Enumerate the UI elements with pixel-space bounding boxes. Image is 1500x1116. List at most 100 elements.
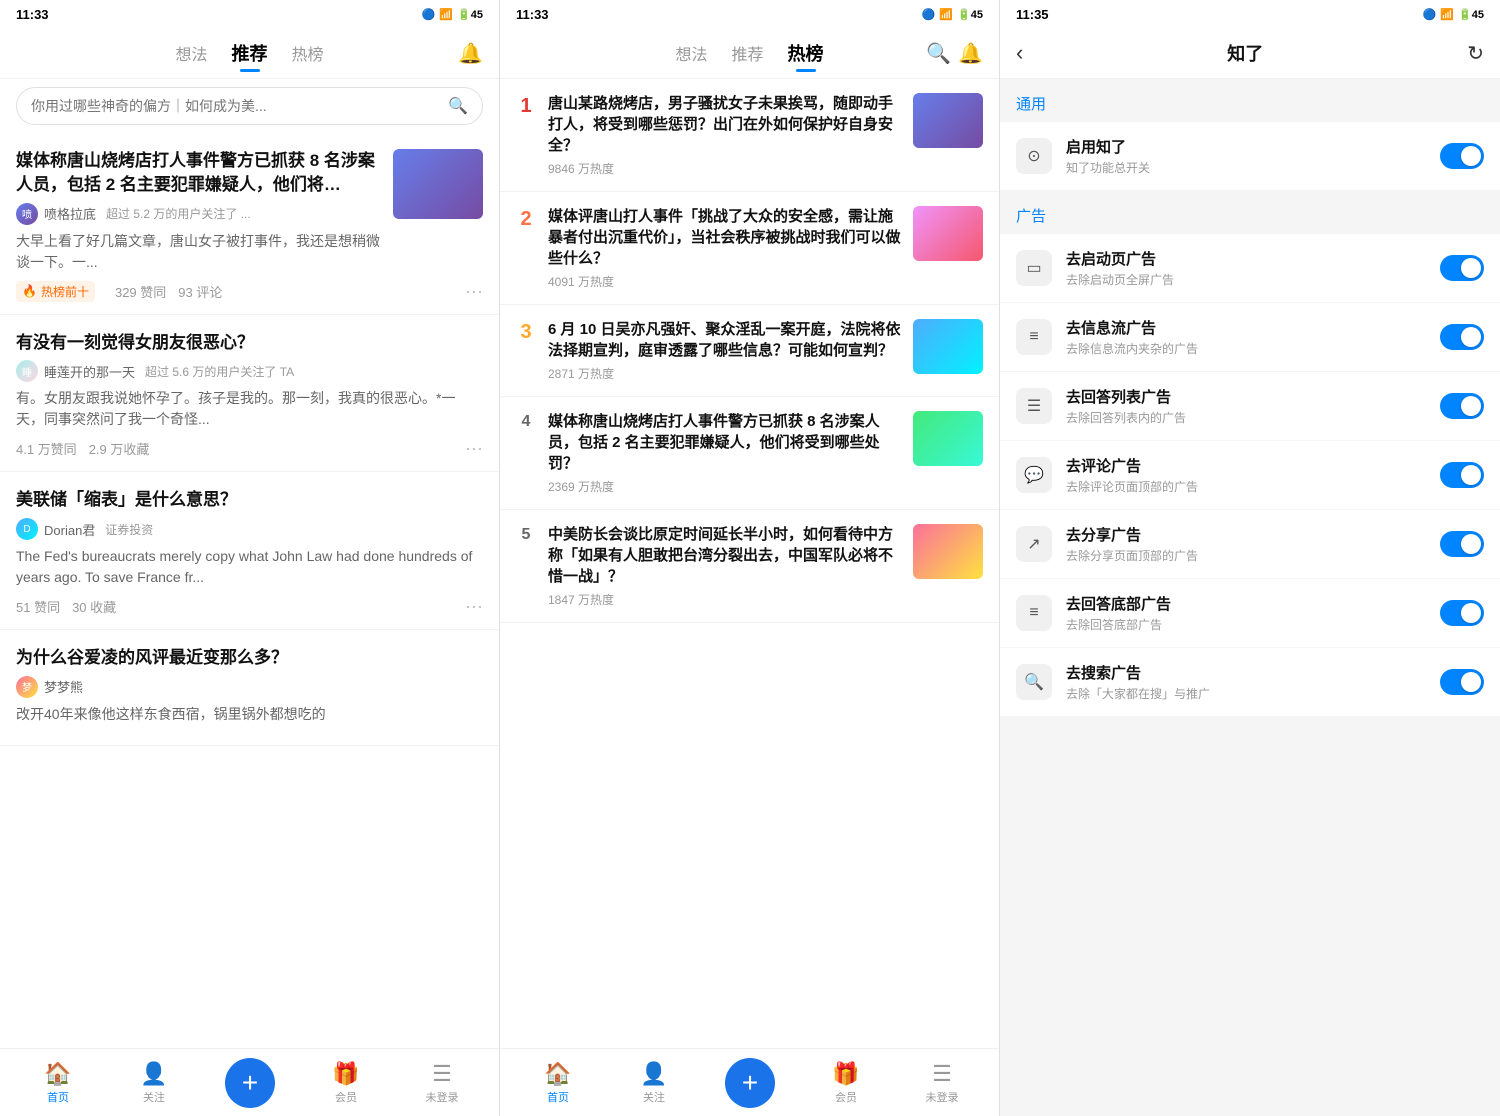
feed-author-row-1: 喷 喷格拉底 超过 5.2 万的用户关注了 ...	[16, 203, 383, 225]
hot-item-2[interactable]: 2 媒体评唐山打人事件「挑战了大众的安全感，需让施暴者付出沉重代价」，当社会秩序…	[500, 192, 999, 305]
feed-item-3[interactable]: 美联储「缩表」是什么意思？ D Dorian君 证券投资 The Fed's b…	[0, 472, 499, 630]
hot-heat-5: 1847 万热度	[548, 591, 901, 608]
toggle-ad-5[interactable]	[1440, 600, 1484, 626]
ad-icon-0: ▭	[1016, 250, 1052, 286]
settings-text-ad-4: 去分享广告 去除分享页面顶部的广告	[1066, 524, 1426, 564]
hot-badge-1: 🔥 热榜前十	[16, 281, 95, 302]
avatar-2: 睡	[16, 360, 38, 382]
hot-rank-5: 5	[516, 526, 536, 544]
nav-tabs-1: 想法 推荐 热榜 🔔	[0, 28, 499, 79]
bottom-nav-follow-1[interactable]: 👤 关注	[129, 1061, 179, 1105]
toggle-ad-1[interactable]	[1440, 324, 1484, 350]
bottom-nav-login-2[interactable]: ☰ 未登录	[917, 1061, 967, 1105]
bottom-nav-login-label-1: 未登录	[426, 1089, 459, 1105]
tab-tuijian-1[interactable]: 推荐	[232, 36, 268, 70]
settings-item-ad-2[interactable]: ☰ 去回答列表广告 去除回答列表内的广告	[1000, 372, 1500, 441]
bottom-nav-follow-2[interactable]: 👤 关注	[629, 1061, 679, 1105]
settings-item-ad-6[interactable]: 🔍 去搜索广告 去除「大家都在搜」与推广	[1000, 648, 1500, 717]
refresh-button[interactable]: ↻	[1467, 41, 1484, 66]
bell-icon-2[interactable]: 🔔	[958, 41, 983, 66]
hot-rank-2: 2	[516, 208, 536, 231]
feed-author-row-4: 梦 梦梦熊	[16, 676, 483, 698]
tab-xianfa-1[interactable]: 想法	[175, 37, 207, 69]
bottom-nav-home-1[interactable]: 🏠 首页	[33, 1061, 83, 1105]
settings-item-ad-3[interactable]: 💬 去评论广告 去除评论页面顶部的广告	[1000, 441, 1500, 510]
tab-rebang-2[interactable]: 热榜	[788, 36, 824, 70]
status-bar-2: 11:33 🔵 📶 🔋45	[500, 0, 999, 28]
hot-rank-3: 3	[516, 321, 536, 344]
hot-rank-1: 1	[516, 95, 536, 118]
follow-icon-1: 👤	[140, 1061, 167, 1087]
bottom-nav-home-2[interactable]: 🏠 首页	[533, 1061, 583, 1105]
hot-heat-2: 4091 万热度	[548, 273, 901, 290]
section-label-general: 通用	[1000, 79, 1500, 122]
feed-item-1[interactable]: 媒体称唐山烧烤店打人事件警方已抓获 8 名涉案人员，包括 2 名主要犯罪嫌疑人，…	[0, 133, 499, 315]
search-icon-2[interactable]: 🔍	[926, 41, 951, 66]
toggle-ad-3[interactable]	[1440, 462, 1484, 488]
feed-preview-3: The Fed's bureaucrats merely copy what J…	[16, 546, 483, 588]
search-input-1[interactable]	[31, 98, 440, 114]
feed-likes-3: 51 赞同	[16, 597, 60, 616]
feed-author-2: 睡莲开的那一天	[44, 362, 135, 381]
bell-icon-1[interactable]: 🔔	[458, 41, 483, 66]
avatar-4: 梦	[16, 676, 38, 698]
feed-more-1[interactable]: ···	[465, 281, 483, 302]
bottom-nav-plus-2[interactable]: +	[725, 1058, 775, 1108]
feed-more-3[interactable]: ···	[465, 596, 483, 617]
bottom-nav-member-1[interactable]: 🎁 会员	[321, 1061, 371, 1105]
settings-item-title-0: 启用知了	[1066, 136, 1426, 157]
battery-icon-2: 🔋45	[957, 8, 983, 21]
hot-content-4: 媒体称唐山烧烤店打人事件警方已抓获 8 名涉案人员，包括 2 名主要犯罪嫌疑人，…	[548, 411, 901, 495]
status-time-1: 11:33	[16, 7, 49, 22]
bottom-nav-1: 🏠 首页 👤 关注 + 🎁 会员 ☰ 未登录	[0, 1048, 500, 1116]
hot-title-4: 媒体称唐山烧烤店打人事件警方已抓获 8 名涉案人员，包括 2 名主要犯罪嫌疑人，…	[548, 411, 901, 474]
hot-thumb-2	[913, 206, 983, 261]
bottom-nav-login-1[interactable]: ☰ 未登录	[417, 1061, 467, 1105]
hot-item-3[interactable]: 3 6 月 10 日吴亦凡强奸、聚众淫乱一案开庭，法院将依法择期宣判，庭审透露了…	[500, 305, 999, 397]
feed-item-4[interactable]: 为什么谷爱凌的风评最近变那么多？ 梦 梦梦熊 改开40年来像他这样东食西宿，锅里…	[0, 630, 499, 746]
feed-likes-1: 329 赞同	[115, 282, 166, 301]
wifi-icon: 📶	[439, 8, 453, 21]
hot-content-3: 6 月 10 日吴亦凡强奸、聚众淫乱一案开庭，法院将依法择期宣判，庭审透露了哪些…	[548, 319, 901, 382]
back-button[interactable]: ‹	[1016, 40, 1023, 66]
tab-tuijian-2[interactable]: 推荐	[732, 37, 764, 69]
hot-item-5[interactable]: 5 中美防长会谈比原定时间延长半小时，如何看待中方称「如果有人胆敢把台湾分裂出去…	[500, 510, 999, 623]
status-icons-1: 🔵 📶 🔋45	[422, 8, 483, 21]
feed-author-sub-2: 超过 5.6 万的用户关注了 TA	[145, 363, 294, 380]
ad-icon-3: 💬	[1016, 457, 1052, 493]
tab-rebang-1[interactable]: 热榜	[292, 37, 324, 69]
feed-item-2[interactable]: 有没有一刻觉得女朋友很恶心？ 睡 睡莲开的那一天 超过 5.6 万的用户关注了 …	[0, 315, 499, 473]
toggle-ad-4[interactable]	[1440, 531, 1484, 557]
member-icon-1: 🎁	[332, 1061, 359, 1087]
feed-list-1: 媒体称唐山烧烤店打人事件警方已抓获 8 名涉案人员，包括 2 名主要犯罪嫌疑人，…	[0, 133, 499, 1116]
settings-item-ad-0[interactable]: ▭ 去启动页广告 去除启动页全屏广告	[1000, 234, 1500, 303]
hot-item-1[interactable]: 1 唐山某路烧烤店，男子骚扰女子未果挨骂，随即动手打人，将受到哪些惩罚？出门在外…	[500, 79, 999, 192]
feed-comments-3: 30 收藏	[72, 597, 116, 616]
hot-title-2: 媒体评唐山打人事件「挑战了大众的安全感，需让施暴者付出沉重代价」，当社会秩序被挑…	[548, 206, 901, 269]
settings-text-ad-5: 去回答底部广告 去除回答底部广告	[1066, 593, 1426, 633]
search-box-1[interactable]: 🔍	[16, 87, 483, 125]
bottom-nav-member-2[interactable]: 🎁 会员	[821, 1061, 871, 1105]
settings-item-ad-4[interactable]: ↗ 去分享广告 去除分享页面顶部的广告	[1000, 510, 1500, 579]
settings-text-ad-0: 去启动页广告 去除启动页全屏广告	[1066, 248, 1426, 288]
bottom-nav-plus-1[interactable]: +	[225, 1058, 275, 1108]
hot-item-4[interactable]: 4 媒体称唐山烧烤店打人事件警方已抓获 8 名涉案人员，包括 2 名主要犯罪嫌疑…	[500, 397, 999, 510]
hot-heat-1: 9846 万热度	[548, 160, 901, 177]
settings-item-enable[interactable]: ⊙ 启用知了 知了功能总开关	[1000, 122, 1500, 191]
home-icon-1: 🏠	[44, 1061, 71, 1087]
feed-more-2[interactable]: ···	[465, 438, 483, 459]
feed-author-row-2: 睡 睡莲开的那一天 超过 5.6 万的用户关注了 TA	[16, 360, 483, 382]
feed-title-1: 媒体称唐山烧烤店打人事件警方已抓获 8 名涉案人员，包括 2 名主要犯罪嫌疑人，…	[16, 149, 383, 197]
settings-text-ad-2: 去回答列表广告 去除回答列表内的广告	[1066, 386, 1426, 426]
bottom-nav-member-label-2: 会员	[835, 1089, 857, 1105]
settings-item-ad-1[interactable]: ≡ 去信息流广告 去除信息流内夹杂的广告	[1000, 303, 1500, 372]
toggle-ad-0[interactable]	[1440, 255, 1484, 281]
tab-xianfa-2[interactable]: 想法	[675, 37, 707, 69]
feed-stats-3: 51 赞同 30 收藏 ···	[16, 596, 483, 617]
bottom-nav-login-label-2: 未登录	[926, 1089, 959, 1105]
settings-item-sub-0: 知了功能总开关	[1066, 159, 1426, 176]
settings-item-ad-5[interactable]: ≡ 去回答底部广告 去除回答底部广告	[1000, 579, 1500, 648]
toggle-ad-2[interactable]	[1440, 393, 1484, 419]
toggle-enable[interactable]	[1440, 143, 1484, 169]
toggle-ad-6[interactable]	[1440, 669, 1484, 695]
